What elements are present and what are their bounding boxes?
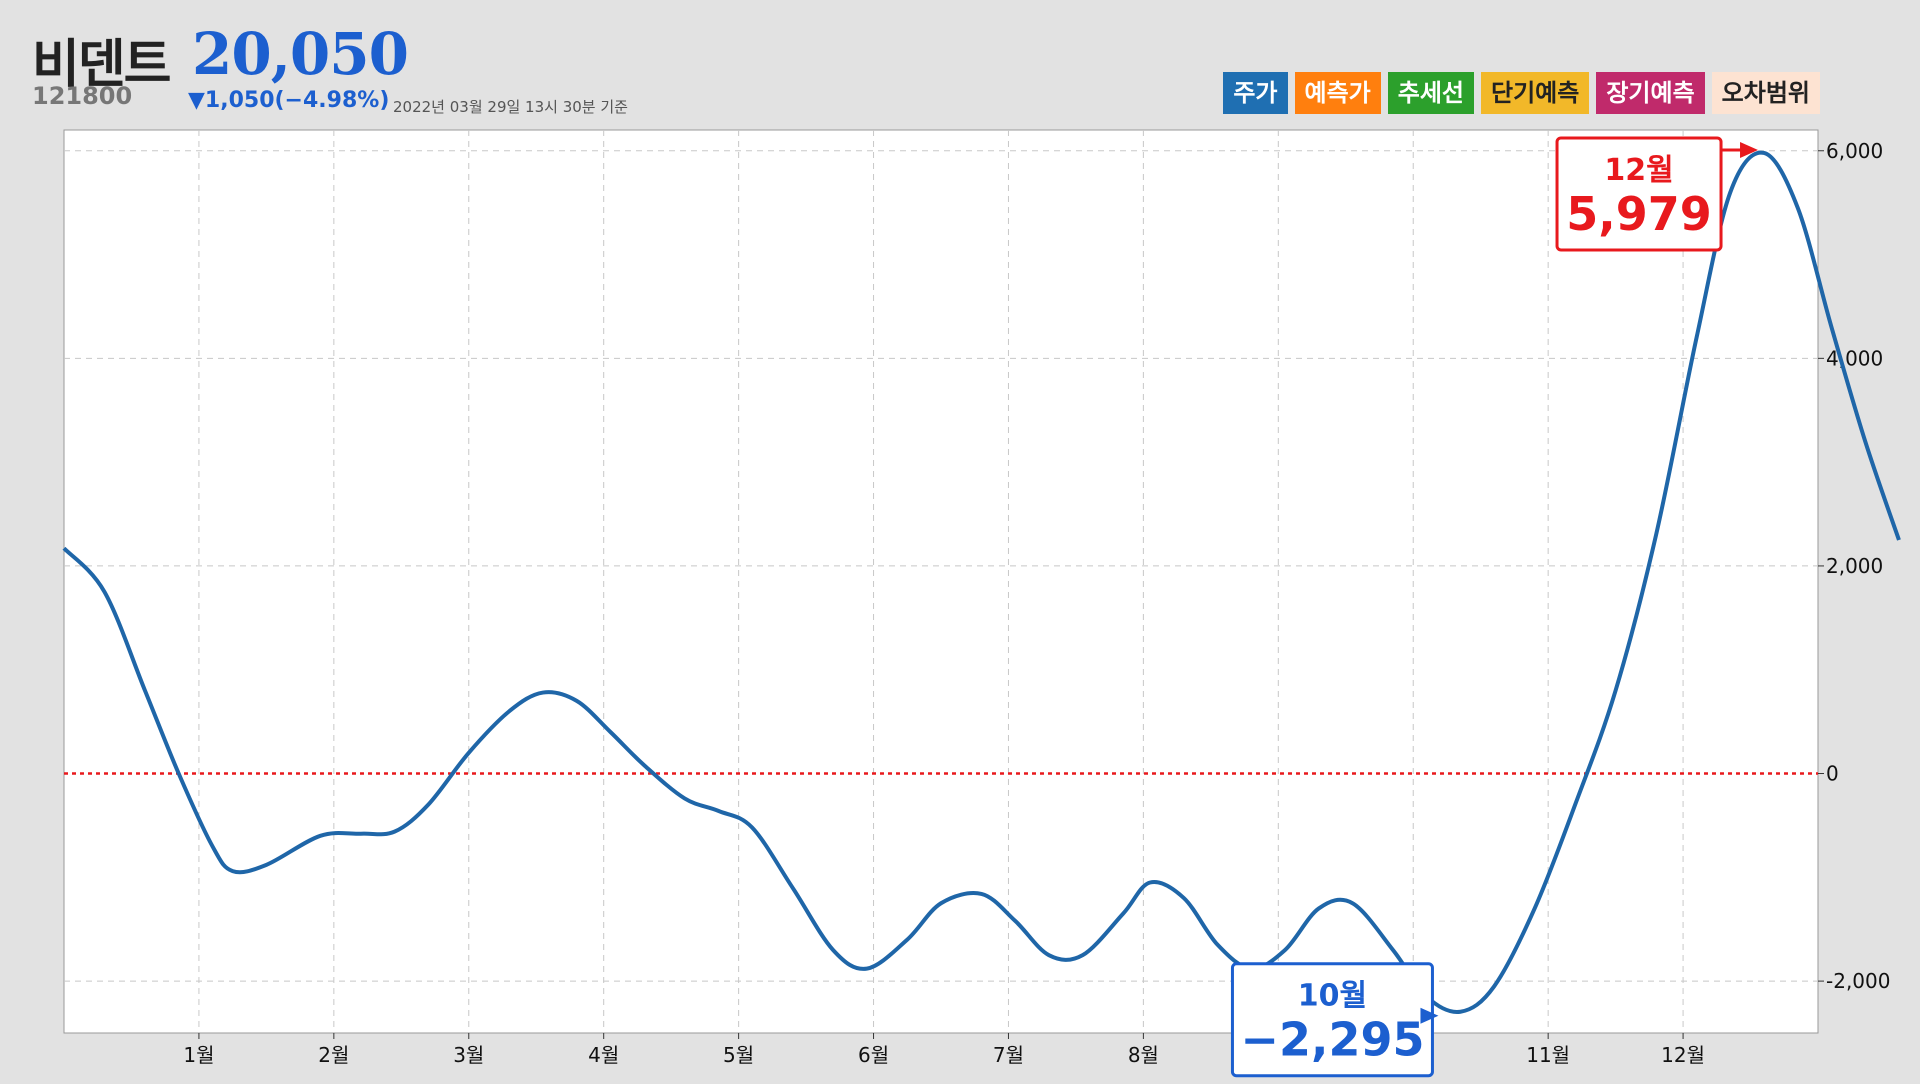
line-chart: -2,00002,0004,0006,0001월2월3월4월5월6월7월8월9월…: [62, 129, 1901, 1078]
x-tick-label: 4월: [588, 1043, 619, 1067]
x-tick-label: 8월: [1128, 1043, 1159, 1067]
x-tick-label: 12월: [1661, 1043, 1705, 1067]
y-tick-label: 2,000: [1826, 554, 1883, 578]
y-tick-label: 0: [1826, 762, 1839, 786]
x-tick-label: 6월: [858, 1043, 889, 1067]
y-tick-label: -2,000: [1826, 969, 1890, 993]
y-tick-label: 6,000: [1826, 139, 1883, 163]
x-tick-label: 7월: [993, 1043, 1024, 1067]
max-annotation-month: 12월: [1604, 153, 1673, 188]
x-tick-label: 3월: [453, 1043, 484, 1067]
x-tick-label: 2월: [318, 1043, 349, 1067]
y-tick-label: 4,000: [1826, 346, 1883, 370]
plot-background: [63, 129, 1819, 1034]
min-annotation-month: 10월: [1298, 979, 1367, 1014]
x-tick-label: 1월: [183, 1043, 214, 1067]
x-tick-label: 11월: [1526, 1043, 1570, 1067]
max-annotation-value: 5,979: [1566, 187, 1712, 241]
min-annotation-value: −2,295: [1240, 1013, 1424, 1067]
chart-area: -2,00002,0004,0006,0001월2월3월4월5월6월7월8월9월…: [0, 0, 1920, 1080]
x-tick-label: 5월: [723, 1043, 754, 1067]
